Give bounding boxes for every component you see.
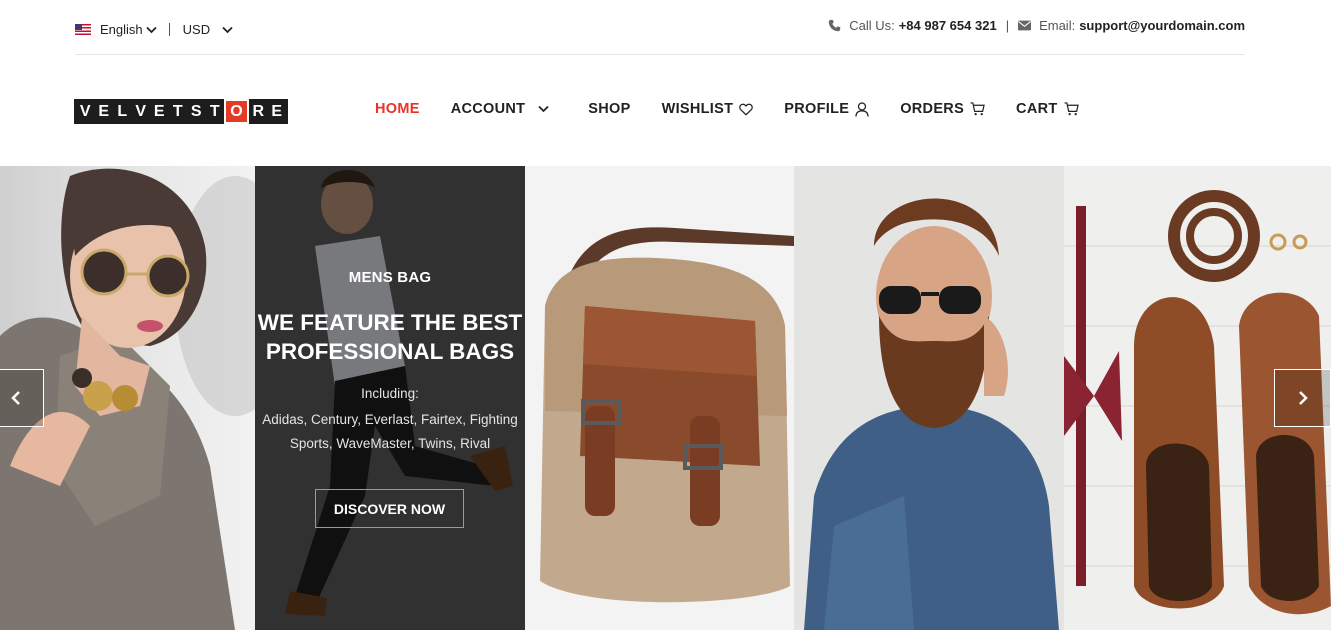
chevron-right-icon [1298, 391, 1308, 405]
hero-headline: WE FEATURE THE BEST PROFESSIONAL BAGS [255, 308, 525, 366]
cart-icon [1064, 102, 1079, 116]
nav-account-label: ACCOUNT [450, 101, 526, 117]
hero-including-label: Including: [361, 386, 419, 401]
nav-wishlist[interactable]: WISHLIST [662, 101, 754, 117]
nav-orders[interactable]: ORDERS [900, 101, 985, 117]
site-logo[interactable]: VELVETSTORE [74, 99, 288, 124]
chevron-down-icon [146, 26, 157, 33]
envelope-icon [1018, 20, 1032, 31]
email-label: Email: [1039, 18, 1076, 33]
locale-selectors: English USD [75, 22, 233, 37]
call-label: Call Us: [849, 18, 895, 33]
phone-number[interactable]: +84 987 654 321 [899, 18, 997, 33]
logo-letter: T [209, 102, 220, 120]
nav-wishlist-label: WISHLIST [661, 101, 734, 117]
logo-letter: E [271, 102, 283, 120]
running-man-photo: MENS BAG WE FEATURE THE BEST PROFESSIONA… [255, 166, 525, 630]
slider-next-button[interactable] [1274, 369, 1331, 427]
slider-prev-button[interactable] [0, 369, 44, 427]
hero-headline-line1: WE FEATURE THE BEST [257, 310, 523, 335]
contact-info: Call Us: +84 987 654 321 | Email: suppor… [828, 18, 1245, 33]
logo-letter: T [172, 102, 183, 120]
chevron-down-icon [222, 26, 233, 33]
logo-letter: V [79, 102, 91, 120]
nav-home[interactable]: HOME [375, 101, 420, 117]
heart-icon [739, 103, 754, 116]
cart-icon [970, 102, 985, 116]
nav-cart-label: CART [1016, 101, 1058, 117]
nav-orders-label: ORDERS [900, 101, 965, 117]
language-selector[interactable]: English [75, 22, 157, 37]
hero-slider: MENS BAG WE FEATURE THE BEST PROFESSIONA… [0, 166, 1331, 630]
hero-brand-list: Adidas, Century, Everlast, Fairtex, Figh… [262, 412, 518, 451]
hero-headline-line2: PROFESSIONAL BAGS [265, 339, 515, 364]
main-nav: HOME ACCOUNT SHOP WISHLIST PROFILE ORDER… [375, 101, 1110, 117]
logo-letter: S [190, 102, 202, 120]
currency-selector[interactable]: USD [183, 22, 233, 37]
chevron-down-icon [538, 105, 549, 113]
currency-label: USD [182, 22, 211, 37]
logo-letter: R [252, 102, 265, 120]
chevron-left-icon [10, 391, 20, 405]
divider [168, 23, 170, 36]
nav-cart[interactable]: CART [1016, 101, 1079, 117]
phone-icon [828, 19, 841, 32]
logo-letter: L [117, 102, 128, 120]
nav-profile[interactable]: PROFILE [784, 101, 869, 117]
language-label: English [100, 22, 143, 37]
user-icon [855, 101, 869, 117]
nav-account[interactable]: ACCOUNT [451, 101, 550, 117]
discover-now-button[interactable]: DISCOVER NOW [315, 489, 464, 528]
logo-letter: E [153, 102, 165, 120]
nav-profile-label: PROFILE [784, 101, 850, 117]
nav-shop[interactable]: SHOP [588, 101, 630, 117]
leather-bag-photo [525, 166, 794, 630]
email-address[interactable]: support@yourdomain.com [1079, 18, 1245, 33]
nav-home-label: HOME [375, 101, 420, 117]
logo-letter: O [224, 99, 249, 124]
logo-letter: V [135, 102, 147, 120]
top-bar: English USD Call Us: +84 987 654 321 | E… [75, 0, 1245, 55]
logo-letter: E [98, 102, 110, 120]
bearded-man-photo [794, 166, 1064, 630]
separator: | [1005, 18, 1010, 33]
nav-shop-label: SHOP [588, 101, 631, 117]
hero-kicker: MENS BAG [348, 269, 432, 286]
us-flag-icon [75, 24, 91, 35]
